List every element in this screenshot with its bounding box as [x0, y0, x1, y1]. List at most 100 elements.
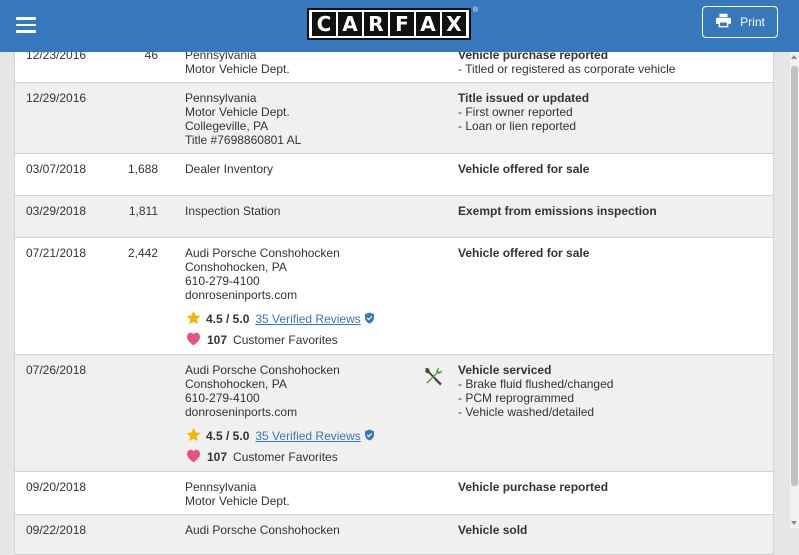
row-comments: Title issued or updated - First owner re…: [458, 91, 589, 133]
row-source: Dealer Inventory: [185, 162, 273, 176]
star-icon: [185, 310, 202, 329]
verified-reviews-link[interactable]: 35 Verified Reviews: [255, 312, 360, 326]
comment-title: Exempt from emissions inspection: [458, 204, 657, 218]
rating-value: 4.5 / 5.0: [206, 312, 250, 326]
dealer-rating: 4.5 / 5.0 35 Verified Reviews: [185, 310, 375, 328]
table-row: 07/26/2018 Audi Porsche Conshohocken Con…: [15, 355, 773, 472]
row-source: Pennsylvania Motor Vehicle Dept. College…: [185, 91, 301, 147]
row-odometer: 1,811: [128, 204, 158, 218]
row-date: 03/29/2018: [26, 204, 87, 218]
print-label: Print: [740, 15, 765, 29]
heart-icon: [185, 448, 202, 466]
registered-mark: ®: [472, 7, 478, 14]
logo-letter: X: [442, 12, 466, 36]
favorites-count: 107: [207, 333, 228, 347]
logo-letter: C: [312, 12, 336, 36]
source-line: Inspection Station: [185, 204, 281, 218]
table-row: 09/22/2018 Audi Porsche Conshohocken Veh…: [15, 515, 773, 555]
table-row: 03/07/2018 1,688 Dealer Inventory Vehicl…: [15, 154, 773, 196]
table-row: 09/20/2018 Pennsylvania Motor Vehicle De…: [15, 472, 773, 515]
source-line: Dealer Inventory: [185, 162, 274, 176]
source-line: Pennsylvania: [185, 91, 257, 105]
source-line: Audi Porsche Conshohocken: [185, 363, 340, 377]
source-line: Pennsylvania: [185, 480, 257, 494]
source-line: donroseninports.com: [185, 405, 298, 419]
logo-letter: A: [338, 12, 362, 36]
row-comments: Vehicle offered for sale: [458, 162, 589, 176]
source-line: 610-279-4100: [185, 391, 260, 405]
row-source: Inspection Station: [185, 204, 280, 218]
row-date: 07/21/2018: [26, 246, 87, 260]
logo-letter: R: [364, 12, 388, 36]
source-line: Collegeville, PA: [185, 119, 269, 133]
printer-icon: [715, 13, 732, 31]
comment-line: - Brake fluid flushed/changed: [458, 377, 614, 391]
comment-line: - Loan or lien reported: [458, 119, 577, 133]
source-line: Audi Porsche Conshohocken: [185, 246, 340, 260]
scrollbar-thumb[interactable]: [791, 66, 798, 486]
row-date: 09/20/2018: [26, 480, 87, 494]
verified-badge-icon: [364, 429, 375, 444]
service-tools-icon: [423, 365, 445, 390]
history-table: 12/23/2016 46 Pennsylvania Motor Vehicle…: [14, 40, 774, 555]
comment-title: Vehicle offered for sale: [458, 246, 590, 260]
table-row: 07/21/2018 2,442 Audi Porsche Conshohock…: [15, 238, 773, 355]
row-odometer: 2,442: [127, 246, 158, 260]
print-button[interactable]: Print: [702, 6, 778, 38]
comment-line: - Titled or registered as corporate vehi…: [458, 62, 676, 76]
table-row: 03/29/2018 1,811 Inspection Station Exem…: [15, 196, 773, 238]
scrollbar[interactable]: [790, 52, 799, 528]
favorites-label: Customer Favorites: [233, 450, 338, 464]
row-date: 12/29/2016: [26, 91, 87, 105]
source-line: 610-279-4100: [185, 274, 260, 288]
comment-line: - First owner reported: [458, 105, 573, 119]
source-line: donroseninports.com: [185, 288, 298, 302]
heart-icon: [185, 331, 202, 349]
comment-line: - Vehicle washed/detailed: [458, 405, 595, 419]
comment-line: - PCM reprogrammed: [458, 391, 575, 405]
row-comments: Vehicle serviced - Brake fluid flushed/c…: [458, 363, 613, 419]
comment-title: Vehicle sold: [458, 523, 528, 537]
logo-letter: A: [416, 12, 440, 36]
comment-title: Vehicle serviced: [458, 363, 552, 377]
verified-badge-icon: [364, 312, 375, 327]
customer-favorites: 107 Customer Favorites: [185, 448, 375, 466]
logo-letter: F: [390, 12, 414, 36]
row-source: Pennsylvania Motor Vehicle Dept.: [185, 480, 290, 508]
row-comments: Vehicle purchase reported: [458, 480, 608, 494]
customer-favorites: 107 Customer Favorites: [185, 331, 375, 349]
scroll-up-arrow-icon[interactable]: [791, 55, 797, 59]
source-line: Motor Vehicle Dept.: [185, 62, 290, 76]
row-comments: Exempt from emissions inspection: [458, 204, 657, 218]
table-row: 12/29/2016 Pennsylvania Motor Vehicle De…: [15, 83, 773, 154]
source-line: Motor Vehicle Dept.: [185, 105, 290, 119]
favorites-count: 107: [207, 450, 228, 464]
source-line: Audi Porsche Conshohocken: [185, 523, 340, 537]
comment-title: Title issued or updated: [458, 91, 590, 105]
source-line: Title #7698860801 AL: [185, 133, 302, 147]
favorites-label: Customer Favorites: [233, 333, 338, 347]
rating-value: 4.5 / 5.0: [206, 429, 250, 443]
row-date: 09/22/2018: [26, 523, 87, 537]
row-odometer: 1,688: [127, 162, 158, 176]
comment-title: Vehicle purchase reported: [458, 480, 609, 494]
comment-title: Vehicle offered for sale: [458, 162, 590, 176]
source-line: Motor Vehicle Dept.: [185, 494, 290, 508]
source-line: Conshohocken, PA: [185, 260, 287, 274]
row-date: 07/26/2018: [26, 363, 87, 377]
row-comments: Vehicle offered for sale: [458, 246, 589, 260]
dealer-rating: 4.5 / 5.0 35 Verified Reviews: [185, 427, 375, 445]
scroll-down-arrow-icon[interactable]: [791, 521, 797, 525]
carfax-logo[interactable]: C A R F A X ®: [307, 7, 478, 40]
row-date: 03/07/2018: [26, 162, 87, 176]
row-comments: Vehicle sold: [458, 523, 527, 537]
menu-icon[interactable]: [16, 17, 36, 33]
row-source: Pennsylvania Motor Vehicle Dept.: [185, 48, 290, 76]
row-source: Audi Porsche Conshohocken: [185, 523, 340, 537]
star-icon: [185, 427, 202, 446]
top-bar: C A R F A X ® Print: [0, 0, 799, 52]
verified-reviews-link[interactable]: 35 Verified Reviews: [255, 429, 360, 443]
row-source: Audi Porsche Conshohocken Conshohocken, …: [185, 246, 375, 349]
row-source: Audi Porsche Conshohocken Conshohocken, …: [185, 363, 375, 466]
row-comments: Vehicle purchase reported - Titled or re…: [458, 48, 675, 76]
